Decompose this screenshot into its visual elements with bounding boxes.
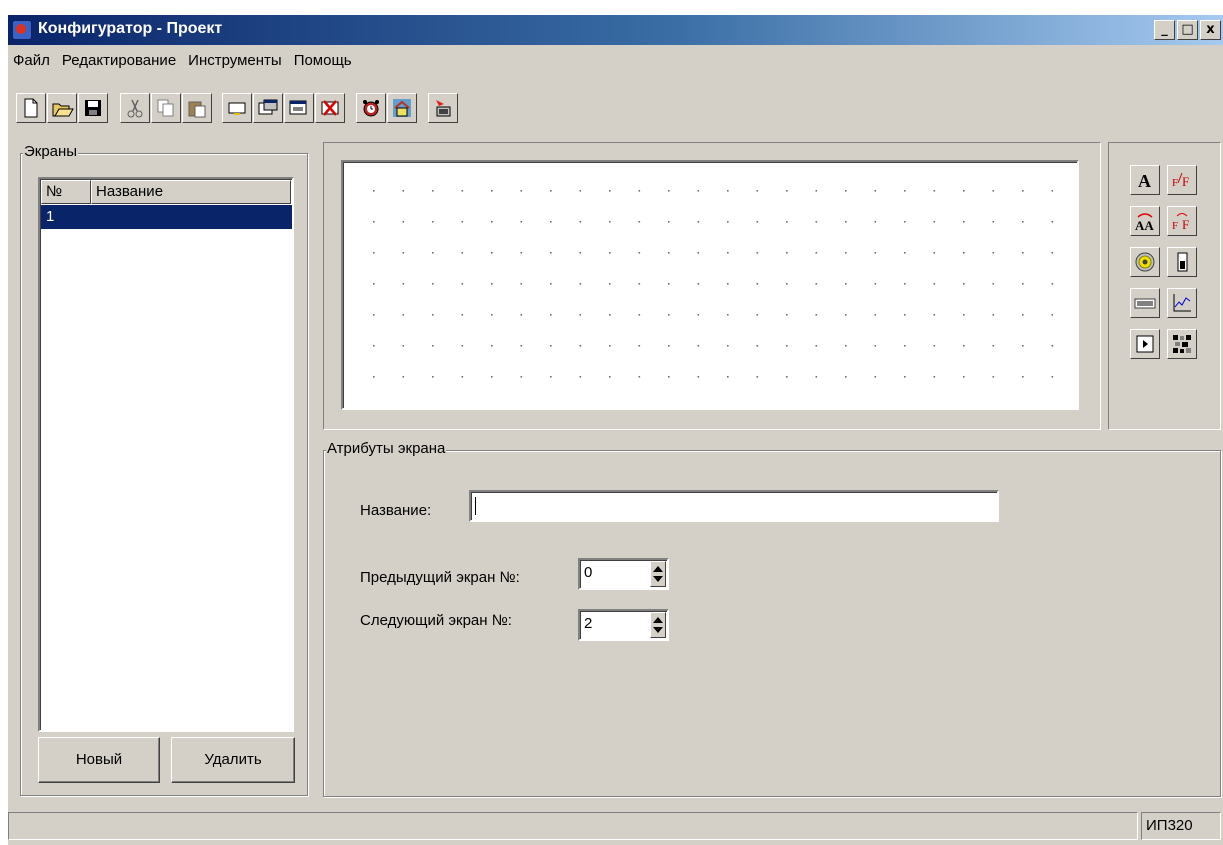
spin-arrows-icon — [653, 566, 663, 582]
tool-indicator-lamp[interactable] — [1130, 247, 1160, 277]
new-screen-button[interactable]: Новый — [38, 737, 160, 783]
cut-button[interactable] — [120, 93, 150, 123]
column-name[interactable]: Название — [91, 180, 291, 204]
previous-screen-value: 0 — [584, 564, 593, 581]
status-device: ИП320 — [1141, 812, 1221, 840]
menu-tools[interactable]: Инструменты — [183, 48, 289, 74]
tool-numeric-display[interactable] — [1130, 288, 1160, 318]
canvas-dot-grid — [373, 190, 1054, 378]
previous-screen-label: Предыдущий экран №: — [360, 569, 520, 586]
status-bar: ИП320 — [8, 812, 1223, 840]
spin-arrows-icon — [653, 617, 663, 633]
level-bar-icon — [1177, 252, 1188, 272]
menu-edit[interactable]: Редактирование — [57, 48, 183, 74]
numeric-display-icon — [1134, 298, 1156, 309]
paste-icon — [188, 101, 206, 118]
column-number[interactable]: № — [41, 180, 91, 204]
screens-list[interactable]: № Название 1 — [38, 177, 294, 732]
screen-attributes-title: Атрибуты экрана — [326, 440, 447, 458]
new-file-icon — [24, 98, 38, 118]
action-button-icon — [1136, 335, 1154, 353]
app-icon[interactable] — [12, 20, 32, 40]
previous-screen-spinner[interactable]: 0 — [578, 558, 669, 590]
window-title: Конфигуратор - Проект — [38, 20, 223, 37]
home-screen-button[interactable] — [387, 93, 417, 123]
status-pane-main — [8, 812, 1138, 840]
delete-screen-icon — [321, 100, 339, 116]
screen-list-button[interactable] — [284, 93, 314, 123]
minimize-button[interactable]: _ — [1154, 20, 1175, 40]
tool-variable-formatted-text[interactable]: FF — [1167, 206, 1197, 236]
cut-icon — [127, 99, 143, 118]
svg-text:AA: AA — [1135, 218, 1154, 232]
screen-name-input[interactable] — [469, 490, 999, 522]
svg-text:A: A — [1138, 171, 1151, 191]
screens-group-title: Экраны — [23, 143, 79, 161]
alarm-clock-icon — [363, 100, 379, 117]
new-file-button[interactable] — [16, 93, 46, 123]
screen-number: 1 — [46, 208, 55, 225]
svg-text:F: F — [1172, 220, 1178, 232]
open-folder-icon — [52, 103, 74, 117]
tool-text[interactable]: A — [1130, 165, 1160, 195]
screen-properties-icon — [258, 99, 278, 115]
list-item[interactable]: 1 — [41, 205, 292, 229]
upload-button[interactable] — [428, 93, 458, 123]
upload-to-device-icon — [436, 100, 451, 117]
tool-level-bar[interactable] — [1167, 247, 1197, 277]
text-icon: A — [1138, 171, 1151, 191]
trend-graph-icon — [1173, 294, 1191, 312]
menu-file[interactable]: Файл — [8, 48, 57, 74]
save-icon — [85, 100, 101, 116]
tool-action-button[interactable] — [1130, 329, 1160, 359]
next-screen-label: Следующий экран №: — [360, 612, 512, 629]
close-button[interactable]: x — [1200, 20, 1221, 40]
list-header: № Название — [41, 180, 291, 204]
elements-panel: A FF AA FF — [1108, 142, 1221, 430]
delete-screen-list-button[interactable]: Удалить — [171, 737, 295, 783]
variable-formatted-text-icon: FF — [1172, 213, 1189, 232]
tool-bitmap-image[interactable] — [1167, 329, 1197, 359]
main-window: Конфигуратор - Проект _ □ x Файл Редакти… — [8, 15, 1223, 845]
home-screen-icon — [393, 99, 411, 117]
next-screen-spin-buttons[interactable] — [650, 612, 666, 638]
alarm-button[interactable] — [356, 93, 386, 123]
name-label: Название: — [360, 502, 432, 519]
tool-trend-graph[interactable] — [1167, 288, 1197, 318]
add-screen-icon — [228, 102, 246, 115]
formatted-text-icon: FF — [1172, 172, 1189, 189]
screen-properties-button[interactable] — [253, 93, 283, 123]
add-screen-button[interactable] — [222, 93, 252, 123]
menu-help[interactable]: Помощь — [289, 48, 359, 74]
title-bar[interactable]: Конфигуратор - Проект _ □ x — [8, 15, 1223, 45]
text-caret — [475, 497, 476, 515]
tool-formatted-text[interactable]: FF — [1167, 165, 1197, 195]
indicator-lamp-icon — [1135, 252, 1155, 272]
delete-screen-button[interactable] — [315, 93, 345, 123]
next-screen-value: 2 — [584, 615, 593, 632]
svg-text:F: F — [1172, 177, 1178, 189]
previous-screen-spin-buttons[interactable] — [650, 561, 666, 587]
menu-bar: Файл Редактирование Инструменты Помощь — [8, 48, 359, 74]
svg-text:F: F — [1182, 217, 1189, 232]
screen-canvas[interactable] — [341, 160, 1079, 410]
next-screen-spinner[interactable]: 2 — [578, 609, 669, 641]
svg-text:F: F — [1182, 174, 1189, 189]
bitmap-image-icon — [1173, 335, 1191, 353]
maximize-button[interactable]: □ — [1177, 20, 1198, 40]
save-button[interactable] — [78, 93, 108, 123]
tool-variable-text[interactable]: AA — [1130, 206, 1160, 236]
paste-button[interactable] — [182, 93, 212, 123]
variable-text-icon: AA — [1135, 213, 1154, 232]
open-button[interactable] — [47, 93, 77, 123]
copy-button[interactable] — [151, 93, 181, 123]
screen-list-icon — [289, 100, 307, 115]
copy-icon — [157, 99, 174, 117]
